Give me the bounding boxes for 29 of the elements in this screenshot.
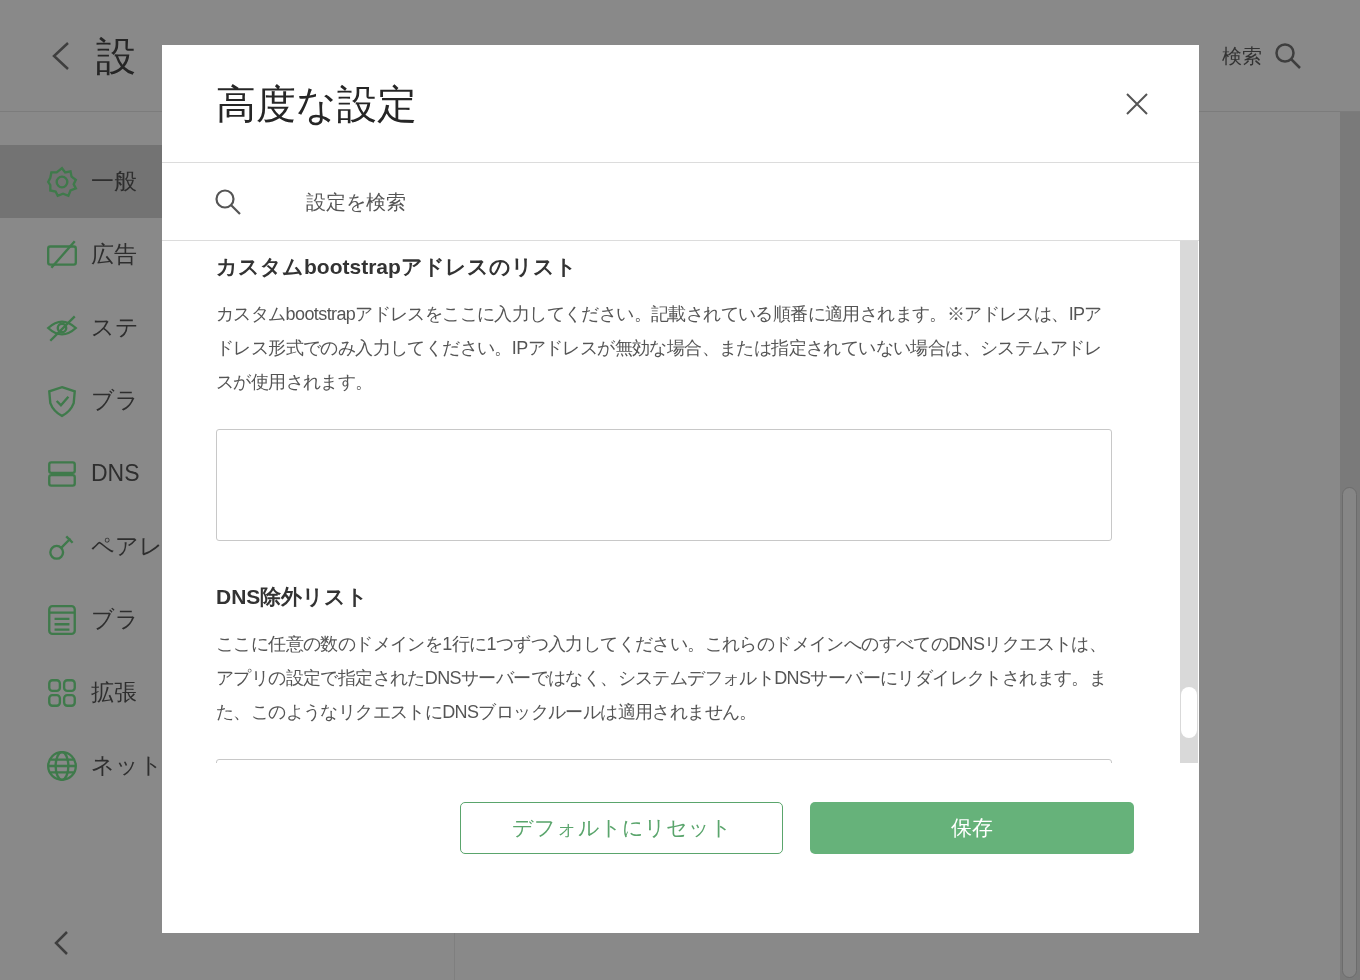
sidebar-item[interactable]: ブラ	[0, 364, 162, 437]
section-heading: DNS除外リスト	[216, 584, 370, 610]
dialog-title: 高度な設定	[216, 80, 418, 128]
shield-check-icon	[45, 383, 79, 418]
browser-window-icon	[45, 602, 79, 637]
search-icon[interactable]	[1274, 41, 1302, 70]
search-icon	[214, 187, 242, 216]
page-scrollbar[interactable]	[1340, 112, 1360, 980]
section-heading: カスタムbootstrapアドレスのリスト	[216, 254, 578, 280]
section-description: カスタムbootstrapアドレスをここに入力してください。記載されている順番に適用されます。※アドレスは、IPアドレス形式でのみ入力してください。IPアドレスが無効な場合、または指定されていない場合は、システムアドレスが使用されます。	[216, 303, 1103, 394]
gear-icon	[45, 164, 79, 199]
sidebar-item[interactable]: ペアレ	[0, 510, 162, 583]
section-description: ここに任意の数のドメインを1行に1つずつ入力してください。これらのドメインへのすべてのDNSリクエストは、アプリの設定で指定されたDNSサーバーではなく、システムデフォルトDNSサーバーにリダイレクトされます。また、このようなリクエストにDNSブロックルールは適用されません。	[216, 633, 1108, 724]
collapse-icon[interactable]	[52, 930, 70, 956]
search-label[interactable]: 検索	[1222, 40, 1262, 71]
close-icon[interactable]	[1125, 91, 1149, 116]
sidebar-item[interactable]: 拡張	[0, 656, 162, 729]
globe-icon	[45, 748, 79, 783]
reset-button[interactable]: デフォルトにリセット	[460, 802, 783, 854]
save-button[interactable]: 保存	[810, 802, 1134, 854]
sidebar-item[interactable]: 広告	[0, 218, 162, 291]
sidebar-item[interactable]: ネット	[0, 729, 162, 802]
page-title: 設	[96, 32, 136, 80]
sidebar-item[interactable]: DNS	[0, 437, 162, 510]
scrollbar[interactable]	[1180, 241, 1198, 763]
sidebar-item[interactable]: ステ	[0, 291, 162, 364]
sidebar-item[interactable]: 一般	[0, 145, 162, 218]
sidebar-item[interactable]: ブラ	[0, 583, 162, 656]
search-field[interactable]: 設定を検索	[306, 186, 1147, 217]
